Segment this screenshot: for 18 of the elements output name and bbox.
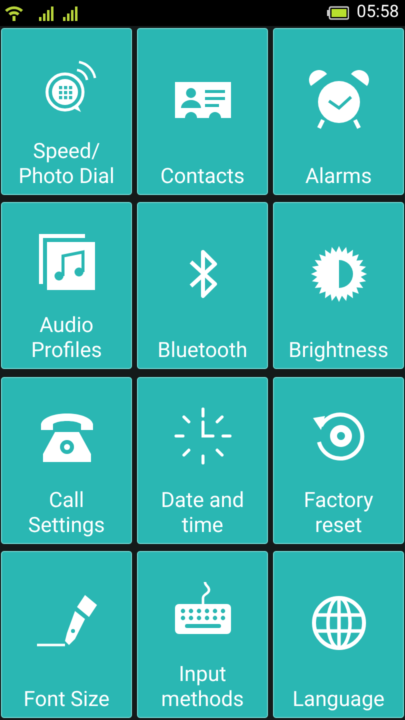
signal-icon (38, 5, 56, 21)
battery-icon (326, 6, 349, 20)
alarm-clock-icon (306, 68, 370, 132)
settings-tile[interactable]: Call Settings (1, 376, 132, 544)
settings-tile[interactable]: Factory reset (273, 376, 404, 544)
settings-tile[interactable]: Input methods (137, 550, 268, 718)
wifi-icon (4, 5, 24, 21)
settings-tile[interactable]: Date and time (137, 376, 268, 544)
settings-tile[interactable]: Brightness (273, 202, 404, 370)
signal-icon (62, 5, 80, 21)
settings-tile[interactable]: Alarms (273, 28, 404, 195)
settings-tile[interactable]: Audio Profiles (1, 202, 132, 370)
clock-time: 05:58 (356, 1, 399, 24)
settings-tile[interactable]: Contacts (137, 28, 268, 195)
settings-tile[interactable]: Language (273, 550, 404, 718)
settings-tile[interactable]: Speed/ Photo Dial (1, 28, 132, 195)
settings-tile[interactable]: Font Size (1, 550, 132, 718)
settings-tile[interactable]: Bluetooth (137, 202, 268, 370)
